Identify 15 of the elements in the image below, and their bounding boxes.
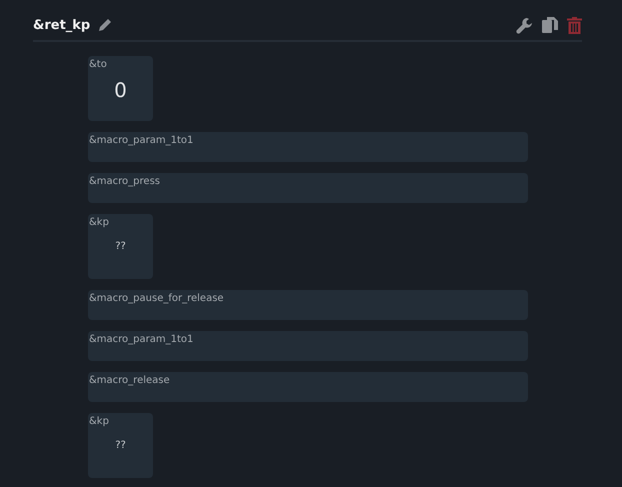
binding-value[interactable]: ?? <box>115 440 126 451</box>
binding-value[interactable]: 0 <box>114 78 127 102</box>
wrench-icon[interactable] <box>516 16 533 34</box>
macro-step[interactable]: &macro_param_1to1 <box>88 331 528 361</box>
binding-label: &to <box>89 59 107 70</box>
edit-icon[interactable] <box>98 18 112 32</box>
macro-step[interactable]: &macro_param_1to1 <box>88 132 528 162</box>
macro-step[interactable]: &macro_release <box>88 372 528 402</box>
copy-icon[interactable] <box>541 16 559 34</box>
binding-value[interactable]: ?? <box>115 241 126 252</box>
binding-label: &kp <box>89 416 109 427</box>
macro-step[interactable]: &macro_pause_for_release <box>88 290 528 320</box>
binding-label: &kp <box>89 217 109 228</box>
macro-step[interactable]: &macro_press <box>88 173 528 203</box>
macro-title: &ret_kp <box>33 18 90 32</box>
